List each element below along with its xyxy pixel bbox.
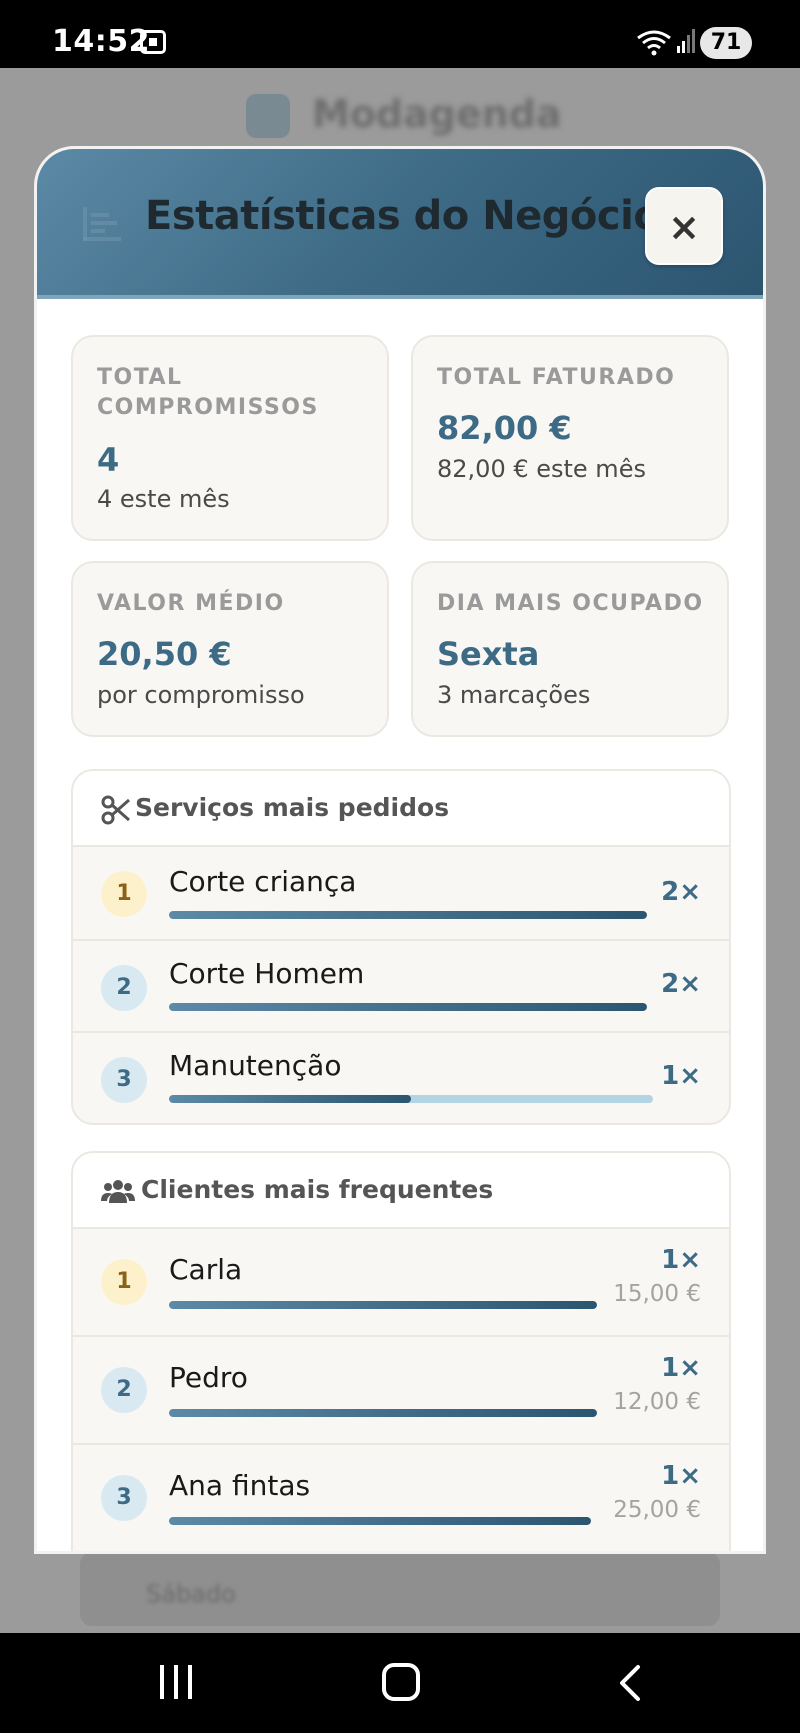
service-row: 1 Corte criança 2× (73, 847, 729, 941)
app-logo-icon (246, 94, 290, 138)
client-name: Ana fintas (169, 1469, 311, 1502)
count-label: 2× (661, 969, 701, 999)
stat-label: TOTAL COMPROMISSOS (97, 365, 319, 420)
service-name: Manutenção (169, 1049, 342, 1082)
amount-label: 25,00 € (613, 1497, 701, 1523)
section-title: Clientes mais frequentes (141, 1175, 494, 1204)
count-label: 1× (661, 1061, 701, 1091)
usage-bar-fill (169, 911, 647, 919)
statistics-modal: Estatísticas do Negócio × TOTAL COMPROMI… (34, 146, 766, 1554)
scissors-icon (101, 795, 130, 825)
usage-bar (169, 1003, 647, 1011)
rank-badge: 3 (101, 1057, 147, 1103)
client-row: 1 Carla 1× 15,00 € (73, 1229, 729, 1337)
section-header: Serviços mais pedidos (73, 771, 729, 847)
visits-bar-fill (169, 1409, 597, 1417)
home-icon[interactable] (382, 1663, 420, 1701)
status-time: 14:52 (52, 24, 150, 59)
usage-bar-fill (169, 1003, 647, 1011)
rank-badge: 1 (101, 871, 147, 917)
stat-subtext: 3 marcações (437, 681, 591, 709)
users-icon (101, 1180, 135, 1203)
section-header: Clientes mais frequentes (73, 1153, 729, 1229)
modal-title: Estatísticas do Negócio (145, 193, 661, 239)
visits-bar (169, 1517, 591, 1525)
close-button[interactable]: × (645, 187, 723, 265)
visits-bar-fill (169, 1517, 591, 1525)
visits-bar-fill (169, 1301, 597, 1309)
client-name: Carla (169, 1253, 243, 1286)
screenshot-icon (140, 30, 166, 54)
count-label: 1× (661, 1245, 701, 1275)
count-label: 2× (661, 877, 701, 907)
usage-bar (169, 911, 647, 919)
amount-label: 12,00 € (613, 1389, 701, 1415)
recents-icon[interactable] (160, 1665, 196, 1699)
battery-indicator: 71 (700, 27, 752, 59)
count-label: 1× (661, 1353, 701, 1383)
stat-card-average-value: VALOR MÉDIO 20,50 € por compromisso (71, 561, 389, 737)
background-footer-label: Sábado (146, 1580, 236, 1608)
stat-subtext: por compromisso (97, 681, 305, 709)
system-navigation-bar (0, 1633, 800, 1733)
client-row: 2 Pedro 1× 12,00 € (73, 1337, 729, 1445)
stat-card-busiest-day: DIA MAIS OCUPADO Sexta 3 marcações (411, 561, 729, 737)
rank-badge: 3 (101, 1475, 147, 1521)
section-title: Serviços mais pedidos (135, 793, 450, 822)
top-services-section: Serviços mais pedidos 1 Corte criança 2×… (71, 769, 731, 1125)
stat-card-total-billed: TOTAL FATURADO 82,00 € 82,00 € este mês (411, 335, 729, 541)
stat-subtext: 82,00 € este mês (437, 455, 646, 483)
back-icon[interactable] (610, 1663, 650, 1703)
stat-label: DIA MAIS OCUPADO (437, 591, 704, 616)
visits-bar (169, 1301, 597, 1309)
app-title: Modagenda (312, 92, 562, 136)
amount-label: 15,00 € (613, 1281, 701, 1307)
usage-bar (169, 1095, 653, 1103)
stat-value: 20,50 € (97, 635, 232, 673)
service-row: 3 Manutenção 1× (73, 1033, 729, 1123)
usage-bar-fill (169, 1095, 411, 1103)
stat-value: 4 (97, 441, 120, 479)
rank-badge: 1 (101, 1259, 147, 1305)
stat-card-total-appointments: TOTAL COMPROMISSOS 4 4 este mês (71, 335, 389, 541)
stat-label: TOTAL FATURADO (437, 365, 676, 390)
client-name: Pedro (169, 1361, 248, 1394)
service-row: 2 Corte Homem 2× (73, 941, 729, 1033)
visits-bar (169, 1409, 597, 1417)
client-row: 3 Ana fintas 1× 25,00 € (73, 1445, 729, 1551)
count-label: 1× (661, 1461, 701, 1491)
status-bar: 14:52 71 (0, 0, 800, 68)
rank-badge: 2 (101, 965, 147, 1011)
wifi-icon (637, 30, 671, 56)
bar-chart-icon (83, 207, 121, 241)
rank-badge: 2 (101, 1367, 147, 1413)
stat-label: VALOR MÉDIO (97, 591, 285, 616)
close-icon: × (668, 205, 700, 249)
stat-value: Sexta (437, 635, 540, 673)
top-clients-section: Clientes mais frequentes 1 Carla 1× 15,0… (71, 1151, 731, 1551)
stat-subtext: 4 este mês (97, 485, 230, 513)
stat-value: 82,00 € (437, 409, 572, 447)
modal-header: Estatísticas do Negócio × (37, 149, 763, 299)
service-name: Corte Homem (169, 957, 365, 990)
service-name: Corte criança (169, 865, 357, 898)
signal-icon (677, 29, 695, 53)
